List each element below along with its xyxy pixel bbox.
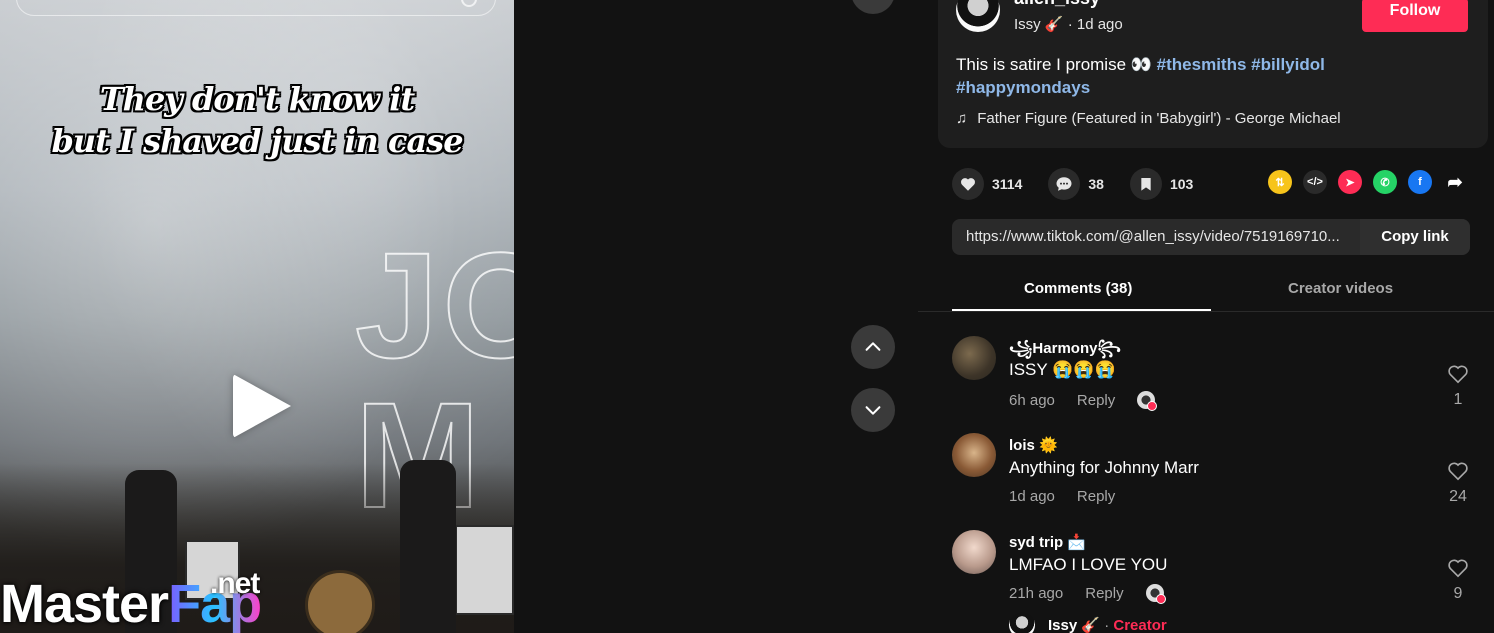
whatsapp-icon[interactable]: ✆ [1373, 170, 1397, 194]
guitarist-right [400, 460, 456, 633]
comment-text: Anything for Johnny Marr [1009, 458, 1199, 477]
comment-like-count: 1 [1453, 391, 1463, 408]
like-action[interactable]: 3114 [952, 168, 1022, 200]
author-username[interactable]: allen_issy [1014, 0, 1100, 8]
search-bar[interactable] [16, 0, 496, 16]
commenter-avatar[interactable] [952, 336, 996, 380]
creator-liked-avatar [1145, 584, 1166, 604]
commenter-avatar[interactable] [952, 433, 996, 477]
share-link-text[interactable]: https://www.tiktok.com/@allen_issy/video… [966, 228, 1362, 245]
author-display-name[interactable]: Issy 🎸 [1014, 16, 1064, 33]
comment-time: 6h ago [1009, 391, 1055, 409]
search-icon[interactable] [461, 0, 477, 7]
comment-text: LMFAO I LOVE YOU [1009, 555, 1168, 574]
commenter-name[interactable]: lois 🌞 [1009, 437, 1058, 455]
post-description: This is satire I promise 👀 #thesmiths #b… [956, 53, 1456, 99]
caption-line-1: They don't know it [99, 80, 415, 118]
reply-preview-line: Issy 🎸 · Creator [1048, 617, 1167, 633]
reply-separator: · [1104, 617, 1110, 633]
description-text: This is satire I promise 👀 [956, 55, 1152, 74]
panel-tabs: Comments (38) Creator videos [952, 270, 1470, 312]
commenter-avatar[interactable] [952, 530, 996, 574]
comment-time: 1d ago [1009, 488, 1055, 505]
music-title[interactable]: Father Figure (Featured in 'Babygirl') -… [977, 110, 1340, 128]
drum [305, 570, 375, 633]
reply-button[interactable]: Reply [1077, 488, 1115, 505]
heart-icon[interactable] [952, 168, 984, 200]
share-row: ⇅ </> ➤ ✆ f ➦ [1268, 170, 1467, 194]
tab-comments[interactable]: Comments (38) [1024, 280, 1132, 297]
action-bar: 3114 38 103 [952, 166, 1207, 202]
reply-author-name[interactable]: Issy 🎸 [1048, 617, 1100, 633]
tiktok-video-page: JO M They don't know it but I shaved jus… [0, 0, 1494, 633]
comment-like-count: 9 [1453, 585, 1463, 602]
comment-like[interactable]: 24 [1444, 461, 1472, 506]
music-link[interactable]: ♫ Father Figure (Featured in 'Babygirl')… [956, 110, 1341, 128]
post-time: · 1d ago [1067, 16, 1123, 33]
heart-outline-icon[interactable] [1447, 461, 1469, 481]
previous-video-button[interactable] [851, 325, 895, 369]
heart-outline-icon[interactable] [1447, 364, 1469, 384]
hashtag-link[interactable]: #billyidol [1251, 55, 1325, 74]
comment-meta: 6h ago Reply [1009, 391, 1158, 411]
previous-video-partial-button[interactable] [851, 0, 895, 14]
comment-action[interactable]: 38 [1048, 168, 1104, 200]
watermark-logo: MasterFap .net [0, 567, 262, 633]
tabs-divider [918, 311, 1494, 312]
creator-reply-avatar[interactable] [1009, 612, 1035, 633]
caption-line-2: but I shaved just in case [51, 122, 463, 160]
comment-meta: 21h ago Reply [1009, 584, 1166, 604]
follow-button[interactable]: Follow [1362, 0, 1468, 32]
repost-icon[interactable]: ⇅ [1268, 170, 1292, 194]
video-caption: They don't know it but I shaved just in … [0, 78, 514, 162]
embed-code-icon[interactable]: </> [1303, 170, 1327, 194]
amplifier [455, 525, 514, 615]
author-subline: Issy 🎸 · 1d ago [1014, 16, 1123, 34]
comment-like-count: 24 [1449, 488, 1467, 505]
heart-outline-icon[interactable] [1447, 558, 1469, 578]
copy-link-button[interactable]: Copy link [1360, 219, 1470, 255]
hashtag-link[interactable]: #thesmiths [1157, 55, 1247, 74]
bookmark-icon[interactable] [1129, 168, 1162, 200]
share-arrow-icon[interactable]: ➦ [1443, 170, 1467, 194]
send-icon[interactable]: ➤ [1338, 170, 1362, 194]
reply-button[interactable]: Reply [1077, 392, 1115, 409]
comment-count: 38 [1088, 176, 1104, 192]
like-count: 3114 [992, 176, 1023, 192]
tab-creator-videos[interactable]: Creator videos [1288, 280, 1393, 297]
share-link-row: https://www.tiktok.com/@allen_issy/video… [952, 219, 1470, 255]
commenter-name[interactable]: syd trip 📩 [1009, 534, 1086, 552]
next-video-button[interactable] [851, 388, 895, 432]
comment-like[interactable]: 9 [1444, 558, 1472, 603]
description-card: allen_issy Issy 🎸 · 1d ago Follow This i… [938, 0, 1488, 148]
save-action[interactable]: 103 [1129, 168, 1194, 200]
facebook-icon[interactable]: f [1408, 170, 1432, 194]
comment-time: 21h ago [1009, 584, 1064, 602]
creator-liked-avatar [1137, 391, 1158, 411]
video-player[interactable]: JO M They don't know it but I shaved jus… [0, 0, 514, 633]
reply-button[interactable]: Reply [1085, 585, 1123, 602]
comment-bubble-icon[interactable] [1048, 168, 1081, 200]
comment-like[interactable]: 1 [1444, 364, 1472, 409]
watermark-net: .net [210, 567, 260, 600]
chevron-up-icon [865, 342, 881, 351]
watermark-master: Master [0, 574, 169, 633]
comment-meta: 1d ago Reply [1009, 488, 1115, 505]
author-avatar[interactable] [956, 0, 1000, 32]
save-count: 103 [1169, 176, 1194, 192]
creator-badge: Creator [1113, 617, 1167, 633]
hashtag-link[interactable]: #happymondays [956, 78, 1090, 97]
music-note-icon: ♫ [956, 110, 968, 127]
play-icon[interactable] [233, 374, 291, 438]
commenter-name[interactable]: ꧁Harmony꧂ [1009, 340, 1121, 358]
comment-text: ISSY 😭😭😭 [1009, 360, 1116, 379]
right-panel: allen_issy Issy 🎸 · 1d ago Follow This i… [918, 0, 1494, 633]
chevron-down-icon [865, 406, 881, 415]
